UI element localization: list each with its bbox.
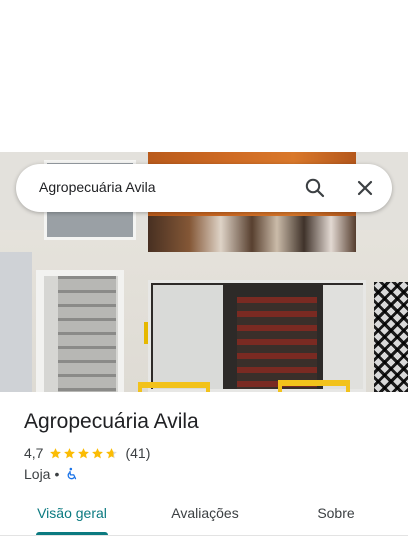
place-title: Agropecuária Avila	[24, 410, 199, 433]
shop-window	[148, 280, 366, 392]
wheelchair-accessible-icon[interactable]	[65, 467, 79, 481]
separator-dot: •	[54, 466, 60, 482]
building-wall	[0, 252, 32, 392]
staircase	[58, 276, 116, 392]
star-icon	[92, 447, 104, 458]
meta-row: Loja •	[24, 465, 79, 483]
place-tabs: Visão geral Avaliações Sobre	[0, 496, 408, 536]
railing-post	[206, 382, 210, 392]
store-shelves	[237, 297, 317, 389]
shop-glass-left	[153, 285, 223, 389]
star-icon	[64, 447, 76, 458]
reviews-count[interactable]: (41)	[125, 445, 150, 461]
railing-post	[278, 380, 282, 392]
place-category: Loja	[24, 466, 51, 482]
close-icon[interactable]	[353, 176, 377, 200]
sign-animals-image	[148, 216, 356, 252]
shop-glass-right	[323, 285, 363, 389]
yellow-railing	[278, 380, 350, 386]
yellow-railing	[138, 382, 210, 388]
tab-reviews[interactable]: Avaliações	[166, 505, 244, 521]
star-icon	[50, 447, 62, 458]
star-icon	[78, 447, 90, 458]
rating-row[interactable]: 4,7 (41)	[24, 444, 150, 462]
tab-overview[interactable]: Visão geral	[34, 505, 110, 521]
search-input[interactable]: Agropecuária Avila	[39, 179, 155, 195]
tabs-divider	[0, 535, 408, 536]
railing-post	[138, 382, 142, 392]
railing-post	[346, 380, 350, 392]
window-grille	[374, 282, 408, 392]
search-icon[interactable]	[303, 176, 327, 200]
rating-stars	[49, 447, 119, 460]
tab-about[interactable]: Sobre	[312, 505, 360, 521]
star-icon	[106, 447, 118, 458]
rating-value: 4,7	[24, 445, 44, 461]
search-bar[interactable]: Agropecuária Avila	[16, 164, 392, 212]
